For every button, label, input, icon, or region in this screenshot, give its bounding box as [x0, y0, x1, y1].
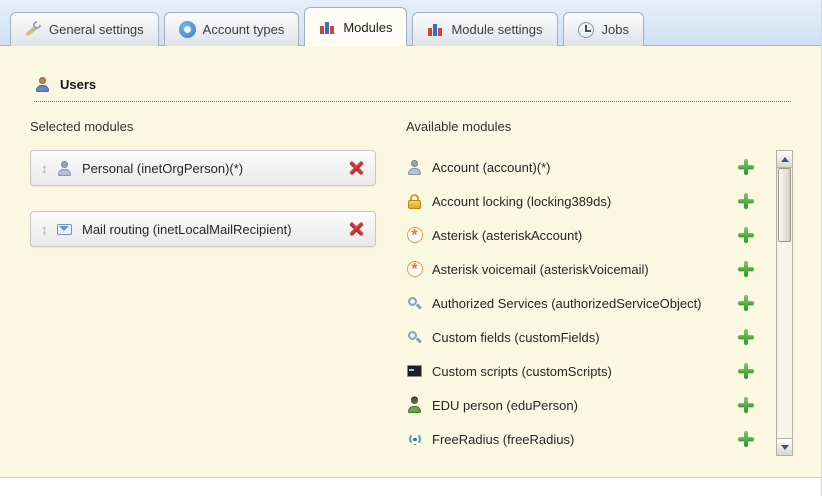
add-module-button[interactable] — [738, 261, 754, 277]
add-module-button[interactable] — [738, 193, 754, 209]
arrow-down-icon — [781, 445, 789, 454]
module-label: Asterisk (asteriskAccount) — [432, 228, 738, 243]
module-label: Account (account)(*) — [432, 160, 738, 175]
module-label: Custom fields (customFields) — [432, 330, 738, 345]
modules-panel: Users Selected modules ↕ Personal (inetO… — [0, 46, 821, 478]
module-label: Authorized Services (authorizedServiceOb… — [432, 296, 738, 311]
clock-icon — [578, 21, 595, 38]
tab-general-settings[interactable]: General settings — [10, 12, 159, 46]
person-icon — [56, 160, 73, 177]
available-module-account-locking: Account locking (locking389ds) — [406, 184, 768, 218]
available-module-asterisk: Asterisk (asteriskAccount) — [406, 218, 768, 252]
tab-label: Module settings — [451, 22, 542, 37]
lam-config-window: General settings Account types Modules M… — [0, 0, 822, 496]
module-label: Custom scripts (customScripts) — [432, 364, 738, 379]
module-label: Account locking (locking389ds) — [432, 194, 738, 209]
scroll-up-button[interactable] — [777, 151, 792, 168]
add-module-button[interactable] — [738, 397, 754, 413]
chart-icon — [427, 21, 444, 38]
add-module-button[interactable] — [738, 295, 754, 311]
graduate-icon — [406, 397, 423, 414]
magnifier-icon — [406, 329, 423, 346]
available-module-freeradius: FreeRadius (freeRadius) — [406, 422, 768, 456]
available-modules-list: Account (account)(*) Account locking (lo… — [406, 150, 768, 456]
tab-label: General settings — [49, 22, 144, 37]
drag-handle-icon[interactable]: ↕ — [41, 161, 56, 176]
modules-columns: Selected modules ↕ Personal (inetOrgPers… — [0, 102, 821, 456]
lock-icon — [406, 193, 423, 210]
available-module-edu-person: EDU person (eduPerson) — [406, 388, 768, 422]
selected-module-mail-routing: ↕ Mail routing (inetLocalMailRecipient) — [30, 211, 376, 247]
user-icon — [34, 76, 51, 93]
tab-account-types[interactable]: Account types — [164, 12, 300, 46]
mail-icon — [56, 221, 73, 238]
add-module-button[interactable] — [738, 363, 754, 379]
available-modules-column: Available modules Account (account)(*) — [406, 120, 793, 456]
available-module-custom-scripts: Custom scripts (customScripts) — [406, 354, 768, 388]
scroll-thumb[interactable] — [778, 168, 791, 242]
remove-module-button[interactable] — [348, 160, 365, 177]
drag-handle-icon[interactable]: ↕ — [41, 222, 56, 237]
remove-module-button[interactable] — [348, 221, 365, 238]
add-module-button[interactable] — [738, 431, 754, 447]
tab-bar: General settings Account types Modules M… — [0, 0, 821, 46]
module-label: Mail routing (inetLocalMailRecipient) — [82, 222, 348, 237]
tab-label: Modules — [343, 20, 392, 35]
selected-modules-list: ↕ Personal (inetOrgPerson)(*) ↕ Mail rou… — [30, 150, 406, 247]
add-module-button[interactable] — [738, 227, 754, 243]
available-modules-scrollbar[interactable] — [776, 150, 793, 456]
add-module-button[interactable] — [738, 159, 754, 175]
tab-jobs[interactable]: Jobs — [563, 12, 644, 46]
available-modules-heading: Available modules — [406, 120, 768, 134]
module-label: EDU person (eduPerson) — [432, 398, 738, 413]
module-label: FreeRadius (freeRadius) — [432, 432, 738, 447]
account-type-section-header: Users — [34, 46, 791, 102]
asterisk-icon — [406, 227, 423, 244]
page-title: Users — [60, 77, 96, 92]
module-label: Asterisk voicemail (asteriskVoicemail) — [432, 262, 738, 277]
radio-icon — [406, 431, 423, 448]
badge-icon — [179, 21, 196, 38]
chart-icon — [319, 19, 336, 36]
wrench-icon — [25, 21, 42, 38]
selected-modules-heading: Selected modules — [30, 120, 406, 134]
selected-module-personal: ↕ Personal (inetOrgPerson)(*) — [30, 150, 376, 186]
available-module-account: Account (account)(*) — [406, 150, 768, 184]
arrow-up-icon — [781, 153, 789, 162]
tab-label: Account types — [203, 22, 285, 37]
magnifier-icon — [406, 295, 423, 312]
terminal-icon — [406, 363, 423, 380]
module-label: Personal (inetOrgPerson)(*) — [82, 161, 348, 176]
tab-label: Jobs — [602, 22, 629, 37]
available-module-asterisk-voicemail: Asterisk voicemail (asteriskVoicemail) — [406, 252, 768, 286]
selected-modules-column: Selected modules ↕ Personal (inetOrgPers… — [30, 120, 406, 456]
available-module-authorized-services: Authorized Services (authorizedServiceOb… — [406, 286, 768, 320]
available-modules-wrap: Available modules Account (account)(*) — [406, 120, 768, 456]
person-icon — [406, 159, 423, 176]
tab-modules[interactable]: Modules — [304, 7, 407, 46]
scroll-down-button[interactable] — [777, 438, 792, 455]
available-module-custom-fields: Custom fields (customFields) — [406, 320, 768, 354]
tab-module-settings[interactable]: Module settings — [412, 12, 557, 46]
add-module-button[interactable] — [738, 329, 754, 345]
asterisk-icon — [406, 261, 423, 278]
